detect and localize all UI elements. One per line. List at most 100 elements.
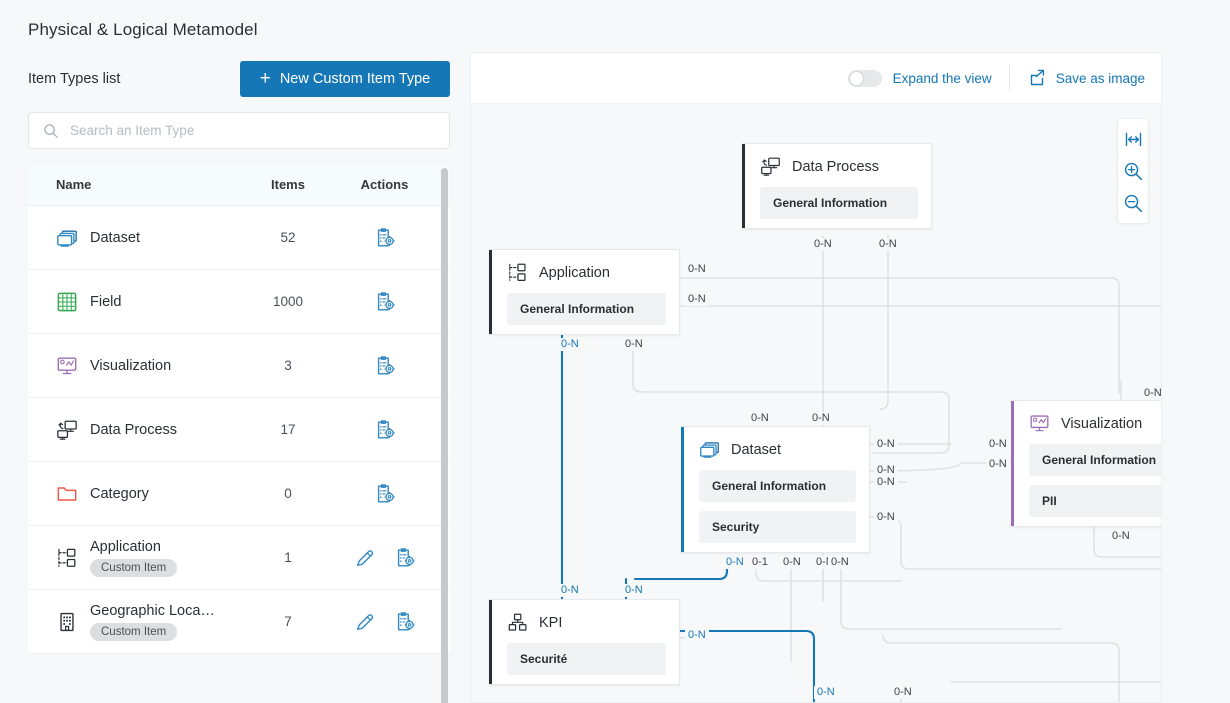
node-section[interactable]: Security (699, 511, 856, 543)
table-body: Dataset 52 Field 1000 Visualization 3 Data Pro… (28, 206, 450, 654)
new-custom-item-type-label: New Custom Item Type (280, 71, 430, 87)
item-count: 0 (243, 486, 333, 501)
item-type-name: Application (90, 539, 177, 555)
cardinality-label: 0-N (986, 458, 1010, 471)
node-section[interactable]: PII (1029, 485, 1162, 517)
configure-icon[interactable] (374, 291, 396, 313)
diagram-node-dataset[interactable]: Dataset General Information Security (681, 426, 870, 553)
node-title: Dataset (731, 442, 781, 458)
row-actions (333, 611, 450, 633)
metamodel-canvas-panel: Expand the view Save as image (470, 52, 1162, 703)
item-count: 3 (243, 358, 333, 373)
item-type-name: Field (90, 294, 121, 310)
cardinality-label: 0-N (811, 238, 835, 251)
new-custom-item-type-button[interactable]: + New Custom Item Type (240, 61, 450, 97)
expand-the-view-control[interactable]: Expand the view (848, 70, 992, 87)
configure-icon[interactable] (374, 419, 396, 441)
dataset-icon (699, 439, 720, 460)
dataset-icon (56, 227, 78, 249)
node-header: Application (489, 250, 679, 293)
item-count: 52 (243, 230, 333, 245)
cardinality-label: 0-N (874, 511, 898, 524)
node-header: Dataset (681, 427, 869, 470)
search-input[interactable] (70, 123, 435, 138)
configure-icon[interactable] (374, 227, 396, 249)
cardinality-label: 0-N (558, 338, 582, 351)
configure-icon[interactable] (394, 611, 416, 633)
metamodel-diagram[interactable]: Data ProcessGeneral InformationApplicati… (471, 104, 1162, 703)
row-actions (333, 291, 450, 313)
cardinality-label: 0-N (685, 263, 709, 276)
node-header: Data Process (742, 144, 931, 187)
table-row[interactable]: Data Process17 (28, 398, 450, 462)
row-actions (333, 547, 450, 569)
list-scrollbar[interactable] (441, 164, 448, 703)
cardinality-label: 0-N (558, 584, 582, 597)
zoom-controls (1117, 118, 1149, 224)
expand-the-view-label[interactable]: Expand the view (893, 71, 992, 86)
save-as-image-button[interactable]: Save as image (1027, 68, 1145, 88)
search-container[interactable] (28, 112, 450, 149)
diagram-node-data-process[interactable]: Data ProcessGeneral Information (742, 143, 932, 229)
configure-icon[interactable] (394, 547, 416, 569)
node-accent-bar (681, 427, 684, 552)
list-scrollbar-thumb[interactable] (441, 168, 448, 703)
table-header-row: Name Items Actions (28, 164, 450, 206)
zoom-in-icon[interactable] (1118, 155, 1148, 187)
node-accent-bar (1011, 401, 1014, 526)
application-icon (507, 262, 528, 283)
visualization-icon (56, 355, 78, 377)
table-row[interactable]: Visualization 3 (28, 334, 450, 398)
node-header: Visualization (1011, 401, 1162, 444)
save-as-image-label[interactable]: Save as image (1056, 71, 1145, 86)
fit-width-icon[interactable] (1118, 123, 1148, 155)
building-icon (56, 611, 78, 633)
item-type-name: Category (90, 486, 149, 502)
item-types-list-label: Item Types list (28, 71, 120, 87)
node-accent-bar (489, 600, 492, 684)
cardinality-label: 0-N (685, 629, 709, 642)
page-title: Physical & Logical Metamodel (28, 20, 258, 40)
cardinality-label: 0-N (876, 238, 900, 251)
table-row[interactable]: Category 0 (28, 462, 450, 526)
node-title: KPI (539, 615, 562, 631)
node-section[interactable]: General Information (699, 470, 856, 502)
expand-view-toggle[interactable] (848, 70, 882, 87)
zoom-out-icon[interactable] (1118, 187, 1148, 219)
diagram-node-kpi[interactable]: KPI Securité (489, 599, 680, 685)
configure-icon[interactable] (374, 355, 396, 377)
diagram-node-application[interactable]: ApplicationGeneral Information (489, 249, 680, 335)
cardinality-label: 0-N (622, 584, 646, 597)
cardinality-label: 0-N (874, 438, 898, 451)
edit-pencil-icon[interactable] (354, 547, 376, 569)
edit-pencil-icon[interactable] (354, 611, 376, 633)
cardinality-label: 0-N (685, 293, 709, 306)
node-section[interactable]: General Information (507, 293, 666, 325)
cardinality-label: 0-N (748, 412, 772, 425)
table-row[interactable]: Field 1000 (28, 270, 450, 334)
row-actions (333, 483, 450, 505)
data-process-icon (760, 156, 781, 177)
node-title: Visualization (1061, 416, 1142, 432)
table-row[interactable]: ApplicationCustom Item1 (28, 526, 450, 590)
node-accent-bar (489, 250, 492, 334)
row-actions (333, 355, 450, 377)
node-section[interactable]: General Information (760, 187, 918, 219)
toggle-knob (850, 72, 863, 85)
row-actions (333, 227, 450, 249)
node-section[interactable]: General Information (1029, 444, 1162, 476)
table-row[interactable]: Dataset 52 (28, 206, 450, 270)
cardinality-label: 0-N (986, 438, 1010, 451)
item-count: 1000 (243, 294, 333, 309)
item-type-name: Dataset (90, 230, 140, 246)
canvas-toolbar: Expand the view Save as image (471, 53, 1162, 104)
row-actions (333, 419, 450, 441)
column-header-items: Items (271, 177, 305, 192)
table-row[interactable]: Geographic Loca…Custom Item7 (28, 590, 450, 654)
item-count: 1 (243, 550, 333, 565)
configure-icon[interactable] (374, 483, 396, 505)
cardinality-label: 0-N (723, 556, 747, 569)
diagram-node-visualization[interactable]: Visualization General Information PII (1011, 400, 1162, 527)
node-section[interactable]: Securité (507, 643, 666, 675)
item-type-name: Visualization (90, 358, 171, 374)
